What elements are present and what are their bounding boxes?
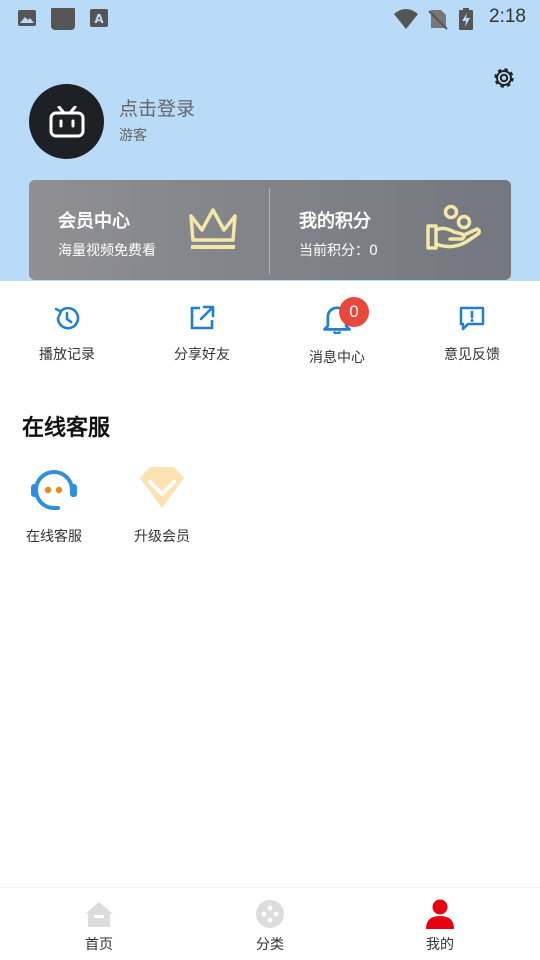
category-icon: [256, 900, 284, 928]
member-center-button[interactable]: 会员中心 海量视频免费看: [29, 180, 269, 280]
app-notification-icon: [51, 8, 75, 30]
history-icon: [54, 306, 80, 330]
home-icon: [85, 902, 113, 927]
font-notification-icon: A: [90, 9, 108, 27]
play-history-button[interactable]: 播放记录: [7, 296, 127, 376]
user-type-label: 游客: [119, 128, 147, 144]
current-points: 当前积分：0: [299, 240, 378, 260]
settings-gear-icon[interactable]: [490, 64, 518, 92]
no-sim-icon: [428, 10, 448, 30]
vip-card: 会员中心 海量视频免费看 我的积分 当前积分：0: [29, 180, 511, 280]
shortcut-row: 播放记录 分享好友 消息中心 意见反馈: [0, 296, 540, 376]
tab-mine[interactable]: 我的: [380, 888, 500, 960]
coin-hand-icon: [426, 204, 482, 250]
upgrade-member-button[interactable]: 升级会员: [122, 462, 202, 552]
bottom-tab-bar: 首页 分类 我的: [0, 887, 540, 960]
user-icon: [426, 899, 454, 929]
my-points-title: 我的积分: [299, 211, 371, 232]
svg-text:A: A: [94, 12, 104, 26]
section-title: 在线客服: [22, 416, 111, 441]
gallery-notification-icon: [18, 10, 36, 26]
message-center-label: 消息中心: [309, 350, 365, 366]
diamond-icon: [140, 467, 184, 508]
upgrade-member-label: 升级会员: [134, 529, 190, 545]
crown-icon: [189, 208, 237, 249]
play-history-label: 播放记录: [39, 347, 95, 363]
share-friends-label: 分享好友: [174, 347, 230, 363]
current-points-label: 当前积分：: [299, 243, 369, 259]
battery-charging-icon: [459, 8, 473, 30]
member-center-subtitle: 海量视频免费看: [58, 243, 156, 259]
tab-category[interactable]: 分类: [210, 888, 330, 960]
feedback-icon: [459, 306, 485, 331]
status-time: 2:18: [489, 6, 526, 27]
current-points-value: 0: [369, 243, 378, 259]
feedback-button[interactable]: 意见反馈: [412, 296, 532, 376]
status-bar: A 2:18: [0, 0, 540, 36]
tab-category-label: 分类: [256, 937, 284, 953]
message-center-button[interactable]: 消息中心: [277, 296, 397, 376]
headset-icon: [31, 470, 77, 510]
share-icon: [190, 305, 215, 330]
profile-header: A 2:18 点击登录 游客 会员中心 海量视频免费看 我的积分 当前积分：0: [0, 0, 540, 281]
my-points-button[interactable]: 我的积分 当前积分：0: [270, 180, 511, 280]
online-service-label: 在线客服: [26, 529, 82, 545]
tab-mine-label: 我的: [426, 937, 454, 953]
message-count-badge: 0: [339, 297, 369, 327]
tab-home[interactable]: 首页: [39, 888, 159, 960]
avatar[interactable]: [29, 84, 104, 159]
share-friends-button[interactable]: 分享好友: [142, 296, 262, 376]
login-link[interactable]: 点击登录: [119, 94, 195, 121]
tv-mascot-icon: [49, 105, 84, 137]
feedback-label: 意见反馈: [444, 347, 500, 363]
tab-home-label: 首页: [85, 937, 113, 953]
member-center-title: 会员中心: [58, 211, 130, 232]
wifi-icon: [394, 9, 418, 29]
online-service-button[interactable]: 在线客服: [14, 462, 94, 552]
